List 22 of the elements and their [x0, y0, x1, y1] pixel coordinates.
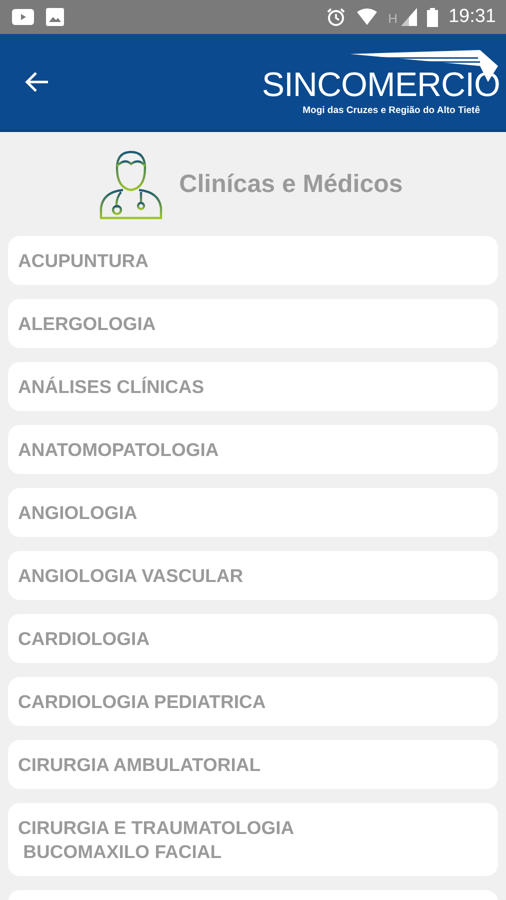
signal-icon	[401, 8, 418, 26]
list-item[interactable]: CARDIOLOGIA	[8, 614, 498, 663]
list-item[interactable]: ANATOMOPATOLOGIA	[8, 425, 498, 474]
list-item[interactable]: CARDIOLOGIA PEDIATRICA	[8, 677, 498, 726]
list-item[interactable]: CIRURGIA E TRAUMATOLOGIA BUCOMAXILO FACIAL	[8, 803, 498, 876]
alarm-icon	[326, 7, 346, 27]
list-item[interactable]: ANGIOLOGIA	[8, 488, 498, 537]
wifi-icon	[356, 8, 378, 26]
battery-icon	[427, 8, 438, 26]
video-icon	[12, 9, 34, 25]
list-item[interactable]: ALERGOLOGIA	[8, 299, 498, 348]
list-item[interactable]: ANÁLISES CLÍNICAS	[8, 362, 498, 411]
image-icon	[46, 8, 64, 26]
list-item[interactable]: ACUPUNTURA	[8, 236, 498, 285]
logo-name: SINCOMERCIO	[262, 68, 500, 102]
list-item[interactable]: ANGIOLOGIA VASCULAR	[8, 551, 498, 600]
section-title: Clinícas e Médicos	[179, 170, 403, 198]
list-item[interactable]: CIRURGIA AMBULATORIAL	[8, 740, 498, 789]
back-arrow-icon	[24, 71, 50, 93]
status-time: 19:31	[448, 6, 496, 28]
network-type-label: H	[388, 11, 398, 26]
logo-tagline: Mogi das Cruzes e Região do Alto Tietê	[302, 105, 480, 116]
